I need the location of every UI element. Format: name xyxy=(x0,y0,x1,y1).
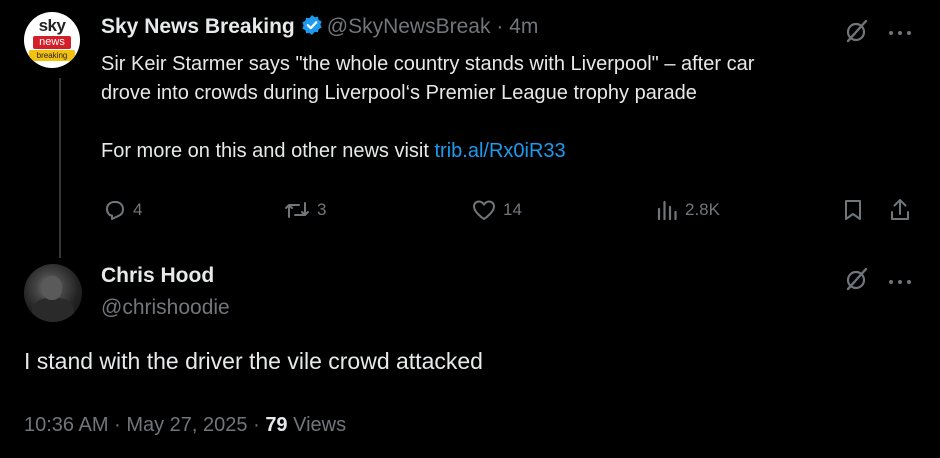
views-number: 79 xyxy=(265,414,288,436)
reply-text: I stand with the driver the vile crowd a… xyxy=(24,348,483,374)
heart-icon xyxy=(473,200,495,220)
analytics-icon xyxy=(657,200,677,221)
tweet-header: Sky News Breaking @SkyNewsBreak · 4m xyxy=(101,14,538,42)
bookmark-icon xyxy=(845,200,861,220)
reply-count: 4 xyxy=(133,200,143,219)
share-button[interactable] xyxy=(888,197,912,223)
share-icon xyxy=(891,199,909,220)
thread-line xyxy=(59,78,61,258)
tweet-text: Sir Keir Starmer says "the whole country… xyxy=(101,50,901,166)
avatar-logo-sky: sky xyxy=(38,16,66,35)
action-bar: 4 3 14 2.8K xyxy=(0,196,940,226)
more-options-icon[interactable] xyxy=(888,24,912,42)
tweet-timestamp-date[interactable]: May 27, 2025 xyxy=(126,414,247,436)
separator-dot: · xyxy=(496,15,504,38)
repost-button[interactable]: 3 xyxy=(283,198,326,222)
tweet-timestamp-time[interactable]: 10:36 AM xyxy=(24,414,109,436)
tweet-text-line-3: For more on this and other news visit xyxy=(101,140,435,162)
reply-icon xyxy=(106,201,124,220)
author-name[interactable]: Sky News Breaking xyxy=(101,15,295,38)
grok-icon[interactable] xyxy=(844,266,870,297)
views-button[interactable]: 2.8K xyxy=(655,198,720,222)
avatar[interactable] xyxy=(24,264,82,322)
tweet-text-line-1: Sir Keir Starmer says "the whole country… xyxy=(101,53,755,75)
tweet-text-line-2: drove into crowds during Liverpool‘s Pre… xyxy=(101,82,697,104)
more-options-icon[interactable] xyxy=(888,273,912,291)
like-button[interactable]: 14 xyxy=(471,198,522,222)
verified-badge-icon xyxy=(301,14,323,42)
separator-dot: · xyxy=(253,414,260,436)
like-count: 14 xyxy=(503,200,522,219)
repost-icon xyxy=(285,202,309,218)
views-label: Views xyxy=(293,414,347,436)
author-handle[interactable]: @SkyNewsBreak xyxy=(327,15,491,38)
tweet-meta: 10:36 AM · May 27, 2025 · 79 Views xyxy=(24,414,346,437)
views-count: 2.8K xyxy=(685,200,720,219)
avatar-logo-news: news xyxy=(33,36,71,49)
reply-button[interactable]: 4 xyxy=(103,198,142,222)
avatar-logo-breaking: breaking xyxy=(29,50,75,61)
grok-icon[interactable] xyxy=(844,18,870,49)
author-handle[interactable]: @chrishoodie xyxy=(101,296,230,320)
bookmark-button[interactable] xyxy=(842,198,864,222)
avatar[interactable]: sky news breaking xyxy=(24,12,80,68)
separator-dot: · xyxy=(114,414,121,436)
tweet-link[interactable]: trib.al/Rx0iR33 xyxy=(434,140,565,162)
author-name[interactable]: Chris Hood xyxy=(101,264,214,288)
tweet-time[interactable]: 4m xyxy=(509,15,538,38)
repost-count: 3 xyxy=(317,200,327,219)
